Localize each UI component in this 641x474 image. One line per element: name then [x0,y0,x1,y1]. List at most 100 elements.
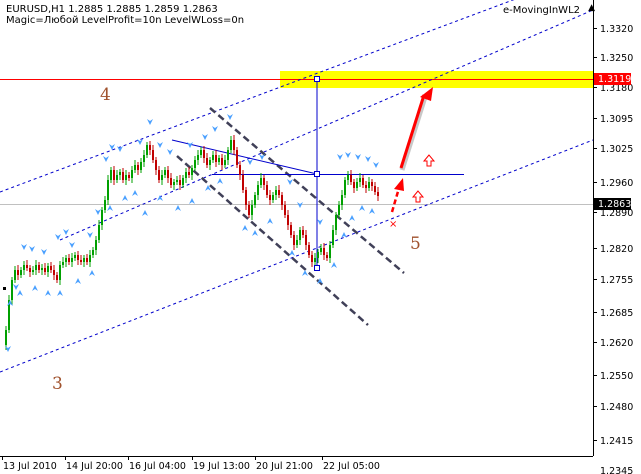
candle-body [191,168,193,175]
candle-body [302,230,304,235]
candle-body [347,175,349,180]
candle-body [335,215,337,230]
candle-body [134,165,136,170]
candle-body [68,258,70,262]
candle-body [143,155,145,162]
candle-body [161,175,163,180]
candle-body [140,162,142,170]
candle-body [296,240,298,245]
candle-body [377,192,379,196]
candle-body [116,175,118,180]
price-label: 1.3320 [600,24,633,35]
time-label: 20 Jul 21:00 [256,461,313,472]
candle-body [146,145,148,155]
wave-label-3: 3 [52,374,63,394]
price-label: 1.2820 [600,244,633,255]
candle-body [44,268,46,272]
candle-body [59,265,61,280]
candle-body [92,250,94,255]
candle-body [218,158,220,162]
candle-body [323,248,325,255]
candle-body [212,155,214,160]
candle-body [251,205,253,215]
candle-body [20,270,22,275]
price-label: 1.2685 [600,308,633,319]
price-label: 1.2550 [600,371,633,382]
candle-body [152,150,154,160]
candle-body [257,185,259,195]
candle-body [317,252,319,258]
candle-body [263,178,265,185]
chart-window[interactable]: 1.3320 1.3250 1.3180 1.3095 1.3025 1.2960 1.28… [0,0,641,474]
candle-body [203,150,205,158]
candle-body [23,265,25,270]
candle-body [128,175,130,178]
candle-body [125,175,127,180]
candle-body [5,330,7,345]
candle-body [281,195,283,205]
candle-body [311,255,313,262]
candle-body [239,165,241,175]
candle-body [278,190,280,195]
candle-body [77,255,79,260]
candle-body [122,172,124,180]
price-label: 1.3095 [600,114,633,125]
candle-body [266,185,268,195]
candle-body [314,258,316,262]
candle-body [38,265,40,270]
candle-body [200,150,202,155]
candle-body [197,155,199,160]
candle-body [32,270,34,272]
candle-body [74,255,76,258]
candle-body [308,245,310,255]
candle-body [149,145,151,150]
level-price-text: 1.3119 [598,74,631,85]
candle-body [269,195,271,200]
scroll-up-icon[interactable]: ▲ [588,3,595,13]
candle-body [224,160,226,165]
candle-body [356,182,358,188]
price-label: 1.3025 [600,144,633,155]
candle-body [41,268,43,270]
candle-body [137,165,139,170]
candle-body [290,225,292,235]
symbol-header: EURUSD,H1 1.2885 1.2885 1.2859 1.2863 [6,4,218,15]
candle-body [320,248,322,252]
candle-body [362,178,364,185]
candle-body [293,235,295,245]
candle-body [179,180,181,185]
expert-params: Magic=Любой LevelProfit=10n LevelWLoss=0… [6,15,245,26]
candle-body [233,140,235,150]
candle-body [110,170,112,180]
candle-body [95,240,97,250]
candle-body [359,178,361,182]
candle-body [26,265,28,268]
candle-body [47,266,49,272]
candle-body [284,205,286,215]
candle-body [11,280,13,300]
candle-body [188,172,190,175]
candle-body [101,210,103,225]
price-chart[interactable]: 1.33201.32501.31801.30951.30251.29601.28… [0,0,641,474]
candle-body [332,230,334,245]
candle-body [272,195,274,200]
candle-body [260,178,262,185]
candle-body [170,178,172,185]
price-label: 1.3250 [600,53,633,64]
candle-body [341,195,343,205]
candle-body [236,150,238,165]
projection-handle [314,265,320,271]
candle-body [221,158,223,165]
candle-body [29,268,31,272]
candle-body [371,182,373,186]
candle-body [155,160,157,170]
candle-body [53,270,55,275]
candle-body [209,160,211,165]
price-label: 1.2345 [600,466,633,474]
candle-body [50,266,52,270]
candle-body [182,178,184,185]
candle-body [173,182,175,185]
candle-body [80,260,82,262]
candle-body [104,200,106,210]
wave-label-4: 4 [100,85,111,105]
